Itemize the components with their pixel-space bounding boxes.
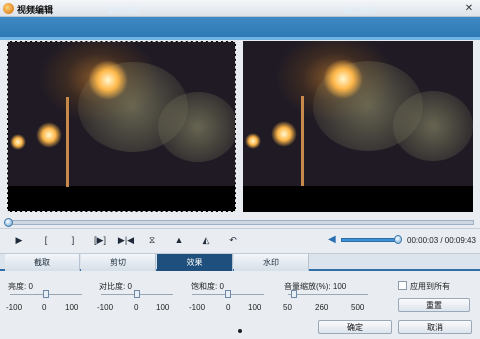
contrast-min: -100 [97,303,114,312]
split-button[interactable]: ⧖ [145,234,159,246]
mirror-button[interactable]: ◭ [199,234,213,246]
app-icon [3,3,14,14]
street-lamp-light [245,133,261,149]
contrast-handle[interactable] [134,290,140,298]
apply-all-label: 应用到所有 [410,282,450,291]
contrast-max: 100 [156,303,170,312]
brightness-label: 亮度: 0 [8,282,33,291]
volume-handle[interactable] [394,235,402,244]
saturation-handle[interactable] [225,290,231,298]
seek-bar[interactable] [6,220,474,225]
play-button[interactable]: ▶ [12,234,26,246]
close-button[interactable]: ✕ [462,2,476,15]
original-video-preview[interactable] [7,41,236,212]
street-lamp-light [271,121,297,147]
lamp-pole [301,96,304,186]
saturation-min: -100 [189,303,206,312]
saturation-max: 100 [248,303,262,312]
volume-scale-slider[interactable] [288,294,368,295]
volume-scale-handle[interactable] [291,290,297,298]
lamp-pole [66,97,69,187]
cancel-button[interactable]: 取消 [398,320,472,334]
ok-button[interactable]: 确定 [318,320,392,334]
mark-out-button[interactable]: ] [66,234,80,246]
window-title: 视频编辑 [17,5,54,15]
output-view-label: 输出视图 [343,6,375,15]
resize-dot [238,329,242,333]
tab-watermark[interactable]: 水印 [234,254,309,271]
brightness-mid: 0 [42,303,47,312]
saturation-label: 饱和度: 0 [191,282,224,291]
brightness-max: 100 [65,303,79,312]
tree-foliage [158,92,235,162]
street-lamp-light [36,122,62,148]
tab-effects[interactable]: 效果 [157,254,233,271]
brightness-min: -100 [6,303,23,312]
output-video-preview[interactable] [243,41,473,212]
contrast-mid: 0 [134,303,139,312]
volume-slider[interactable] [341,238,399,242]
tab-cut[interactable]: 剪切 [81,254,156,271]
reset-button[interactable]: 重置 [398,298,470,312]
volume-icon[interactable]: ◀ [328,234,340,246]
view-header [0,17,480,37]
volume-scale-mid: 260 [315,303,329,312]
contrast-label: 对比度: 0 [99,282,132,291]
flip-button[interactable]: ▲ [172,234,186,246]
street-lamp-light [10,134,26,150]
street-lamp-light [88,60,128,100]
mark-in-button[interactable]: [ [39,234,53,246]
tree-foliage [393,91,473,161]
seek-handle[interactable] [4,218,13,227]
tab-capture[interactable]: 截取 [5,254,80,271]
undo-button[interactable]: ↶ [226,234,240,246]
volume-scale-min: 50 [283,303,292,312]
play-segment-button[interactable]: [▶] [90,234,110,246]
original-view-label: 原始视图 [107,6,139,15]
night-scene-image [243,41,473,187]
apply-all-checkbox[interactable] [398,281,407,290]
brightness-handle[interactable] [43,290,49,298]
header-divider [0,37,480,40]
street-lamp-light [323,59,363,99]
divider [0,228,480,229]
saturation-mid: 0 [226,303,231,312]
volume-scale-max: 500 [351,303,365,312]
next-frame-button[interactable]: ▶|◀ [117,234,135,246]
night-scene-image [8,42,235,187]
title-bar [0,0,480,17]
time-display: 00:00:03 / 00:09:43 [407,236,476,245]
